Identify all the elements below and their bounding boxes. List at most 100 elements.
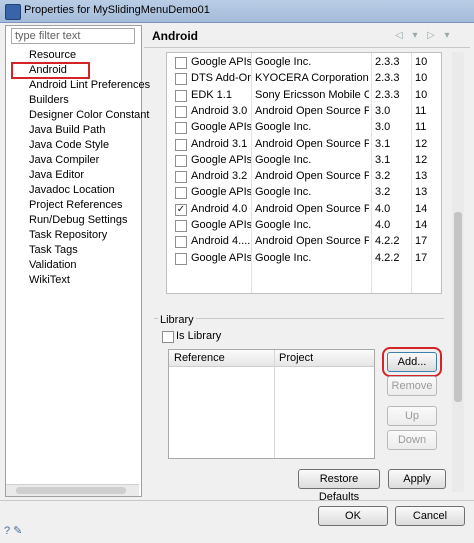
table-row[interactable]: Google APIs Google Inc. 3.1 12 — [167, 153, 441, 169]
cell-name: Android 3.1 — [191, 137, 248, 150]
cell-vendor: Android Open Source P... — [255, 170, 369, 183]
tree-item[interactable]: Validation — [12, 258, 150, 273]
target-checkbox[interactable] — [175, 236, 187, 249]
page-title: Android — [152, 29, 198, 43]
apply-button[interactable]: Apply — [388, 469, 446, 489]
cell-platform: 2.3.3 — [375, 88, 400, 101]
scroll-thumb[interactable] — [454, 212, 462, 402]
table-row[interactable]: Android 4.... Android Open Source P... 4.2… — [167, 234, 441, 250]
column-header-reference[interactable]: Reference — [174, 352, 225, 364]
table-row[interactable]: Android 3.0 Android Open Source P... 3.0 11 — [167, 104, 441, 120]
wrench-icon[interactable]: ✎ — [13, 524, 22, 537]
up-button[interactable]: Up — [387, 406, 437, 426]
cell-vendor: Google Inc. — [255, 153, 312, 166]
table-row[interactable]: Google APIs Google Inc. 3.0 11 — [167, 120, 441, 136]
tree-item[interactable]: Java Compiler — [12, 153, 150, 168]
filter-input[interactable] — [11, 28, 135, 44]
table-row[interactable]: Google APIs Google Inc. 4.0 14 — [167, 218, 441, 234]
cell-vendor: Android Open Source P... — [255, 235, 369, 248]
column-header-project[interactable]: Project — [279, 352, 313, 364]
cancel-button[interactable]: Cancel — [395, 506, 465, 526]
cell-api: 17 — [415, 251, 428, 264]
tree-item[interactable]: Task Tags — [12, 243, 150, 258]
status-icons: ? ✎ — [4, 524, 44, 538]
cell-vendor: Google Inc. — [255, 121, 312, 134]
forward-dropdown-icon[interactable]: ▾ — [440, 29, 454, 43]
restore-defaults-button[interactable]: Restore Defaults — [298, 469, 380, 503]
add-button[interactable]: Add... — [382, 347, 442, 377]
cell-name: Android 3.2 — [191, 170, 248, 183]
cell-vendor: Android Open Source P... — [255, 137, 369, 150]
target-checkbox[interactable] — [175, 171, 187, 184]
cell-platform: 3.1 — [375, 153, 391, 166]
cell-platform: 4.0 — [375, 219, 391, 231]
build-target-table: Google APIs Google Inc. 2.3.3 10 DTS Add-On K… — [166, 52, 442, 294]
target-checkbox[interactable] — [175, 252, 187, 265]
tree-item[interactable]: Java Editor — [12, 168, 150, 183]
table-row[interactable]: Google APIs Google Inc. 3.2 13 — [167, 185, 441, 201]
tree-item[interactable]: Android Lint Preferences — [12, 78, 150, 93]
down-button[interactable]: Down — [387, 430, 437, 450]
cell-api: 12 — [415, 153, 428, 166]
left-panel: ResourceAndroidAndroid Lint PreferencesB… — [5, 25, 150, 497]
table-row[interactable]: Android 3.1 Android Open Source P... 3.1 12 — [167, 137, 441, 153]
table-row[interactable]: Google APIs Google Inc. 4.2.2 17 — [167, 251, 441, 267]
cell-vendor: Google Inc. — [255, 251, 312, 264]
cell-name: Android 3.0 — [191, 104, 248, 117]
table-row[interactable]: EDK 1.1 Sony Ericsson Mobile C... 2.3.3 10 — [167, 88, 441, 104]
cell-platform: 2.3.3 — [375, 72, 400, 85]
tree-item[interactable]: Resource — [12, 48, 150, 63]
cell-vendor: Google Inc. — [255, 56, 312, 68]
target-checkbox[interactable] — [175, 122, 187, 135]
cell-name: Android 4.... — [191, 235, 251, 248]
horizontal-scrollbar[interactable] — [6, 484, 139, 496]
tree-item[interactable]: Javadoc Location — [12, 183, 150, 198]
tree-item[interactable]: Java Code Style — [12, 138, 150, 153]
cell-name: Google APIs — [191, 219, 251, 231]
target-checkbox[interactable] — [175, 220, 187, 232]
back-dropdown-icon[interactable]: ▾ — [408, 29, 422, 43]
table-row[interactable]: DTS Add-On KYOCERA Corporation 2.3.3 10 — [167, 71, 441, 87]
target-checkbox[interactable] — [175, 154, 187, 167]
table-row[interactable]: ✓ Android 4.0 Android Open Source P... 4.0 1… — [167, 202, 441, 218]
cell-vendor: Sony Ericsson Mobile C... — [255, 88, 369, 101]
divider — [0, 500, 474, 501]
remove-button[interactable]: Remove — [387, 376, 437, 396]
tree-item[interactable]: Android — [11, 62, 90, 79]
target-checkbox[interactable] — [175, 187, 187, 200]
checkbox-box[interactable] — [162, 331, 174, 343]
cell-name: EDK 1.1 — [191, 88, 232, 101]
cell-platform: 3.2 — [375, 186, 391, 199]
vertical-scrollbar[interactable] — [452, 52, 464, 492]
tree-item[interactable]: Designer Color Constant — [12, 108, 150, 123]
cell-api: 13 — [415, 170, 428, 183]
tree-item[interactable]: Project References — [12, 198, 150, 213]
is-library-label: Is Library — [176, 330, 222, 342]
target-checkbox[interactable]: ✓ — [175, 203, 187, 216]
target-checkbox[interactable] — [175, 57, 187, 69]
cell-api: 12 — [415, 137, 428, 150]
forward-arrow-icon[interactable]: ▷ — [424, 29, 438, 43]
window-title: Properties for MySlidingMenuDemo01 — [24, 4, 210, 16]
cell-platform: 3.0 — [375, 121, 391, 134]
nav-arrows: ◁ ▾ ▷ ▾ — [392, 29, 462, 43]
target-checkbox[interactable] — [175, 138, 187, 151]
target-checkbox[interactable] — [175, 73, 187, 86]
table-row[interactable]: Android 3.2 Android Open Source P... 3.2 13 — [167, 169, 441, 185]
tree-item[interactable]: WikiText — [12, 273, 150, 288]
help-icon[interactable]: ? — [4, 525, 10, 537]
target-checkbox[interactable] — [175, 89, 187, 102]
cell-platform: 3.1 — [375, 137, 391, 150]
table-row[interactable]: Google APIs Google Inc. 2.3.3 10 — [167, 55, 441, 71]
tree-item[interactable]: Task Repository — [12, 228, 150, 243]
cell-name: Google APIs — [191, 251, 251, 264]
tree-item[interactable]: Builders — [12, 93, 150, 108]
target-checkbox[interactable] — [175, 105, 187, 118]
tree-item[interactable]: Java Build Path — [12, 123, 150, 138]
tree-item[interactable]: Run/Debug Settings — [12, 213, 150, 228]
cell-platform: 3.0 — [375, 104, 391, 117]
cell-vendor: Google Inc. — [255, 186, 312, 199]
scroll-thumb[interactable] — [16, 487, 126, 494]
back-arrow-icon[interactable]: ◁ — [392, 29, 406, 43]
ok-button[interactable]: OK — [318, 506, 388, 526]
